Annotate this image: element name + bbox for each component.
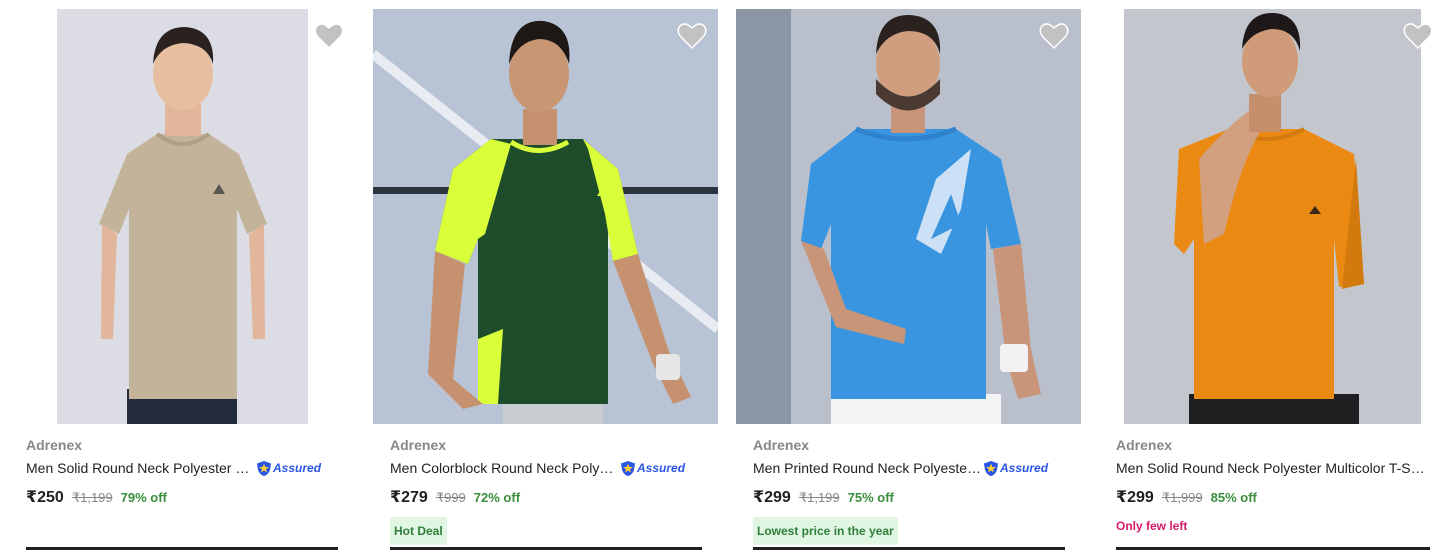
- lowest-price-badge: Lowest price in the year: [753, 517, 898, 545]
- assured-label: Assured: [273, 461, 322, 475]
- model-tshirt-image: [373, 9, 718, 424]
- price: ₹299: [1116, 489, 1154, 506]
- original-price: ₹999: [435, 490, 466, 505]
- original-price: ₹1,999: [1161, 490, 1203, 505]
- hot-deal-badge: Hot Deal: [390, 517, 447, 545]
- product-grid: Adrenex Men Solid Round Neck Polyester B…: [0, 0, 1440, 550]
- model-tshirt-image: [1124, 9, 1421, 424]
- product-info[interactable]: Adrenex Men Colorblock Round Neck Polyes…: [390, 436, 700, 545]
- discount: 79% off: [120, 490, 167, 505]
- product-title[interactable]: Men Solid Round Neck Polyester Multicolo…: [1116, 458, 1426, 478]
- wishlist-heart-icon[interactable]: [314, 22, 344, 50]
- product-image[interactable]: [373, 9, 718, 424]
- assured-label: Assured: [637, 461, 686, 475]
- brand-name: Adrenex: [1116, 437, 1173, 453]
- wishlist-heart-icon[interactable]: [1403, 22, 1433, 50]
- assured-badge: Assured: [256, 460, 321, 477]
- discount: 72% off: [473, 490, 521, 505]
- price: ₹250: [26, 489, 64, 506]
- discount: 85% off: [1210, 490, 1257, 505]
- model-tshirt-image: [57, 9, 308, 424]
- product-card[interactable]: Adrenex Men Printed Round Neck Polyester…: [727, 0, 1081, 550]
- price: ₹299: [753, 489, 791, 506]
- assured-label: Assured: [1000, 461, 1049, 475]
- product-info[interactable]: Adrenex Men Printed Round Neck Polyester…: [753, 436, 1063, 545]
- brand-name: Adrenex: [753, 437, 810, 453]
- original-price: ₹1,199: [71, 490, 113, 505]
- discount: 75% off: [847, 490, 894, 505]
- product-image[interactable]: [57, 9, 308, 424]
- brand-name: Adrenex: [390, 437, 447, 453]
- model-tshirt-image: [736, 9, 1081, 424]
- product-info[interactable]: Adrenex Men Solid Round Neck Polyester B…: [26, 436, 336, 507]
- product-title[interactable]: Men Printed Round Neck Polyester Blue T-…: [753, 458, 981, 478]
- product-title[interactable]: Men Colorblock Round Neck Polyester Gree…: [390, 458, 618, 478]
- product-title[interactable]: Men Solid Round Neck Polyester Beige T-S…: [26, 458, 254, 478]
- shield-assured-icon: [621, 460, 635, 476]
- brand-name: Adrenex: [26, 437, 83, 453]
- assured-badge: Assured: [620, 460, 685, 477]
- product-image[interactable]: [1124, 9, 1421, 424]
- original-price: ₹1,199: [798, 490, 840, 505]
- shield-assured-icon: [984, 460, 998, 476]
- shield-assured-icon: [257, 460, 271, 476]
- product-image[interactable]: [736, 9, 1081, 424]
- product-card[interactable]: Adrenex Men Solid Round Neck Polyester B…: [0, 0, 344, 550]
- stock-warning: Only few left: [1116, 519, 1188, 533]
- wishlist-heart-icon[interactable]: [1039, 22, 1069, 50]
- wishlist-heart-icon[interactable]: [677, 22, 707, 50]
- price: ₹279: [390, 489, 428, 506]
- product-card[interactable]: Adrenex Men Colorblock Round Neck Polyes…: [364, 0, 718, 550]
- product-card[interactable]: Adrenex Men Solid Round Neck Polyester M…: [1090, 0, 1433, 550]
- product-info[interactable]: Adrenex Men Solid Round Neck Polyester M…: [1116, 436, 1426, 535]
- assured-badge: Assured: [983, 460, 1048, 477]
